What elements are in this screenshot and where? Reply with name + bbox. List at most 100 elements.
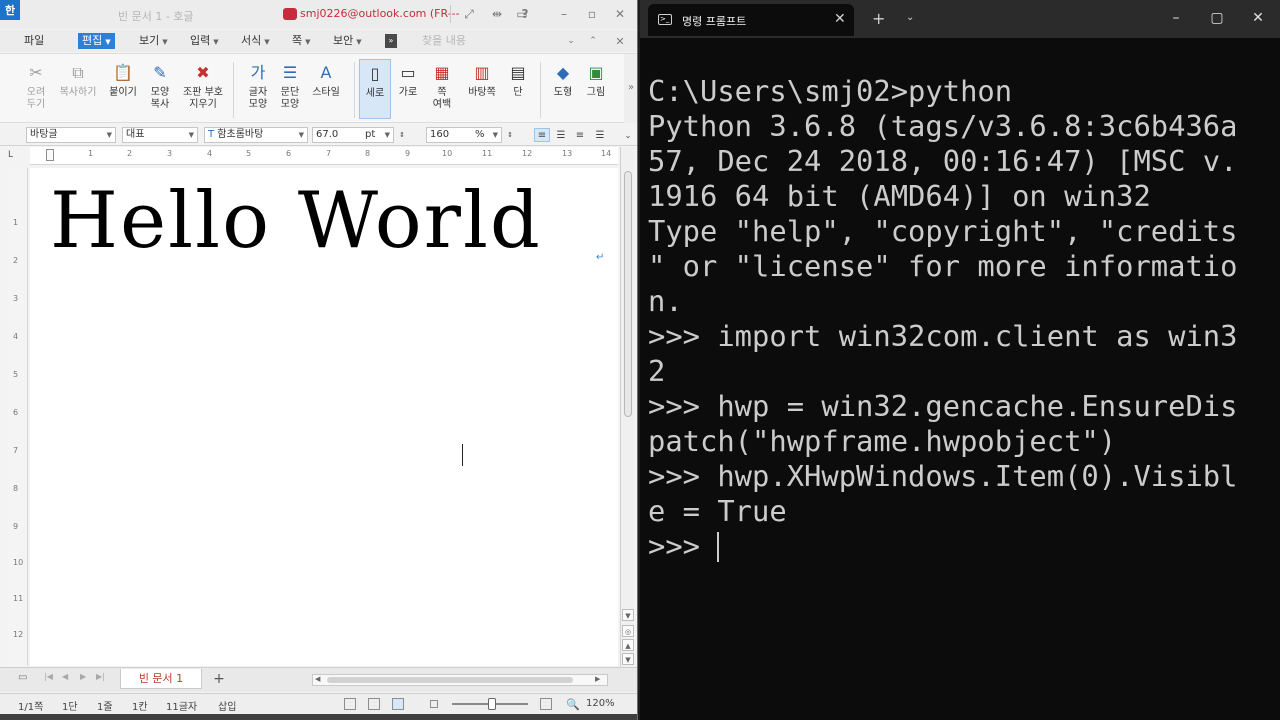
prev-tab-icon[interactable]: ◀ [62, 672, 68, 681]
find-input[interactable]: 찾을 내용 [422, 32, 574, 50]
menu-edit[interactable]: 편집 ▼ [78, 33, 115, 49]
horizontal-scrollbar[interactable]: ◀ ▶ [312, 674, 608, 686]
style-select-value: 바탕글 [30, 129, 58, 140]
portrait-button[interactable]: ▯ 세로 [359, 59, 391, 119]
shape-button[interactable]: ◆ 도형 [546, 62, 580, 99]
minimize-button[interactable]: – [1164, 8, 1188, 28]
picture-button[interactable]: ▣ 그림 [580, 62, 612, 99]
taskbar-strip [0, 714, 637, 720]
menu-view[interactable]: 보기 ▼ [139, 33, 168, 49]
terminal-titlebar[interactable]: >_ 명령 프롬프트 ✕ + ⌄ – ▢ ✕ [640, 0, 1280, 38]
page-view-icon[interactable] [392, 698, 404, 710]
menu-insert[interactable]: 입력 ▼ [190, 33, 219, 49]
fit-page-icon[interactable] [540, 698, 552, 710]
first-tab-icon[interactable]: |◀ [44, 672, 53, 681]
scroll-down-icon[interactable]: ▼ [622, 609, 634, 621]
scroll-thumb[interactable] [624, 171, 632, 417]
align-center-icon[interactable]: ≡ [572, 128, 588, 142]
zoom-icon[interactable]: 🔍 [566, 698, 580, 711]
toolbar-more-icon[interactable]: ⌄ [620, 128, 636, 142]
next-page-icon[interactable]: ▼ [622, 653, 634, 665]
tab-list-icon[interactable]: ▭ [18, 672, 27, 683]
maximize-button[interactable]: ▫ [581, 4, 603, 24]
prev-page-icon[interactable]: ▲ [622, 639, 634, 651]
font-select[interactable]: T 함초롬바탕 ▼ [204, 127, 308, 143]
line-spacing-input[interactable]: 160% ▼ [426, 127, 502, 143]
account-email: smj0226@outlook.com (FR--- [300, 7, 460, 20]
clear-format-button[interactable]: ✖ 조판 부호 지우기 [180, 62, 226, 111]
scroll-right-icon[interactable]: ▶ [595, 675, 600, 683]
new-tab-button[interactable]: + [872, 9, 885, 28]
hwp-titlebar[interactable]: 한 빈 문서 1 - 호글 smj0226@outlook.com (FR---… [0, 0, 637, 29]
scroll-left-icon[interactable]: ◀ [315, 675, 320, 683]
account-label[interactable]: smj0226@outlook.com (FR--- [283, 7, 460, 20]
vertical-scrollbar[interactable]: ▼ ◎ ▲ ▼ [620, 147, 634, 667]
landscape-button[interactable]: ▭ 가로 [392, 62, 424, 99]
terminal-tab[interactable]: >_ 명령 프롬프트 ✕ [648, 4, 854, 36]
status-insert-mode[interactable]: 삽입 [218, 698, 236, 713]
page-view-icon[interactable]: ◎ [622, 625, 634, 637]
menu-format[interactable]: 서식 ▼ [241, 33, 270, 49]
web-view-icon[interactable] [368, 698, 380, 710]
align-right-icon[interactable]: ☰ [592, 128, 608, 142]
paste-button[interactable]: 📋 붙이기 [103, 62, 143, 99]
last-tab-icon[interactable]: ▶| [96, 672, 105, 681]
zoom-out-icon[interactable] [430, 700, 438, 708]
ribbon-more-icon[interactable]: » [624, 54, 637, 123]
menu-security[interactable]: 보안 ▼ [333, 33, 362, 49]
close-button[interactable]: ✕ [1246, 8, 1270, 28]
dock-icon[interactable]: ⇹ [486, 4, 508, 24]
collapse-ribbon-icon[interactable]: ⌃ [582, 31, 604, 51]
language-select[interactable]: 대표 ▼ [122, 127, 198, 143]
cut-label: 오려 두기 [26, 87, 46, 110]
align-justify-icon[interactable]: ≡ [534, 128, 550, 142]
tab-document[interactable]: 빈 문서 1 [120, 669, 202, 689]
fullscreen-icon[interactable]: ⤢ [458, 4, 480, 24]
ribbon-divider [540, 62, 541, 118]
font-size-input[interactable]: 67.0 pt ▼ [312, 127, 394, 143]
zoom-slider-knob[interactable] [488, 698, 496, 710]
menu-file[interactable]: 파일 [24, 33, 44, 49]
hwp-logo-icon[interactable]: 한 [0, 0, 20, 20]
indent-marker[interactable] [46, 149, 54, 161]
ruler-tab-icon[interactable]: L [8, 150, 24, 164]
search-dropdown-icon[interactable]: ⌄ [560, 31, 582, 51]
document-page[interactable]: Hello World ↵ [30, 168, 618, 666]
style-select[interactable]: 바탕글 ▼ [26, 127, 116, 143]
add-tab-button[interactable]: + [210, 670, 228, 688]
line-spacing-stepper[interactable]: ⇕ [502, 128, 518, 142]
close-doc-icon[interactable]: ✕ [609, 31, 631, 51]
terminal-prompt[interactable]: >>> [648, 529, 717, 564]
ribbon-toolbar: ✂ 오려 두기 ⧉ 복사하기 📋 붙이기 ✎ 모양 복사 ✖ 조판 부호 지우기… [0, 53, 637, 123]
normal-view-icon[interactable] [344, 698, 356, 710]
para-shape-label: 문단 모양 [280, 87, 300, 110]
close-tab-icon[interactable]: ✕ [834, 11, 846, 27]
vertical-ruler[interactable]: 1 2 3 4 5 6 7 8 9 10 11 12 [8, 168, 28, 666]
maximize-button[interactable]: ▢ [1205, 8, 1229, 28]
style-button[interactable]: A 스타일 [306, 62, 346, 99]
menu-edit-label: 편집 [82, 34, 103, 47]
para-shape-button[interactable]: ☰ 문단 모양 [270, 62, 310, 111]
horizontal-ruler[interactable]: 1 2 3 4 5 6 7 8 9 10 11 12 13 14 [30, 147, 618, 165]
format-painter-button[interactable]: ✎ 모양 복사 [140, 62, 180, 111]
chevron-down-icon[interactable]: ⌄ [906, 12, 914, 23]
align-left-icon[interactable]: ☰ [553, 128, 569, 142]
minimize-button[interactable]: – [553, 4, 575, 24]
menu-page[interactable]: 쪽 ▼ [292, 33, 311, 49]
font-size-stepper[interactable]: ⇕ [394, 128, 410, 142]
more-menus-icon[interactable]: » [385, 34, 397, 48]
zoom-level[interactable]: 120% [586, 698, 615, 709]
scroll-thumb[interactable] [327, 677, 573, 683]
document-text[interactable]: Hello World [50, 176, 542, 266]
landscape-label: 가로 [398, 87, 418, 98]
close-button[interactable]: ✕ [609, 4, 631, 24]
cut-button[interactable]: ✂ 오려 두기 [16, 62, 56, 111]
master-page-button[interactable]: ▥ 바탕쪽 [462, 62, 502, 99]
copy-button[interactable]: ⧉ 복사하기 [56, 62, 100, 99]
next-tab-icon[interactable]: ▶ [80, 672, 86, 681]
page-margin-button[interactable]: ▦ 쪽 여백 [424, 62, 460, 111]
ruler-tick: 10 [442, 149, 453, 158]
columns-button[interactable]: ▤ 단 [502, 62, 534, 99]
terminal-output[interactable]: C:\Users\smj02>python Python 3.6.8 (tags… [640, 38, 1280, 720]
help-button[interactable]: ? [514, 4, 536, 24]
